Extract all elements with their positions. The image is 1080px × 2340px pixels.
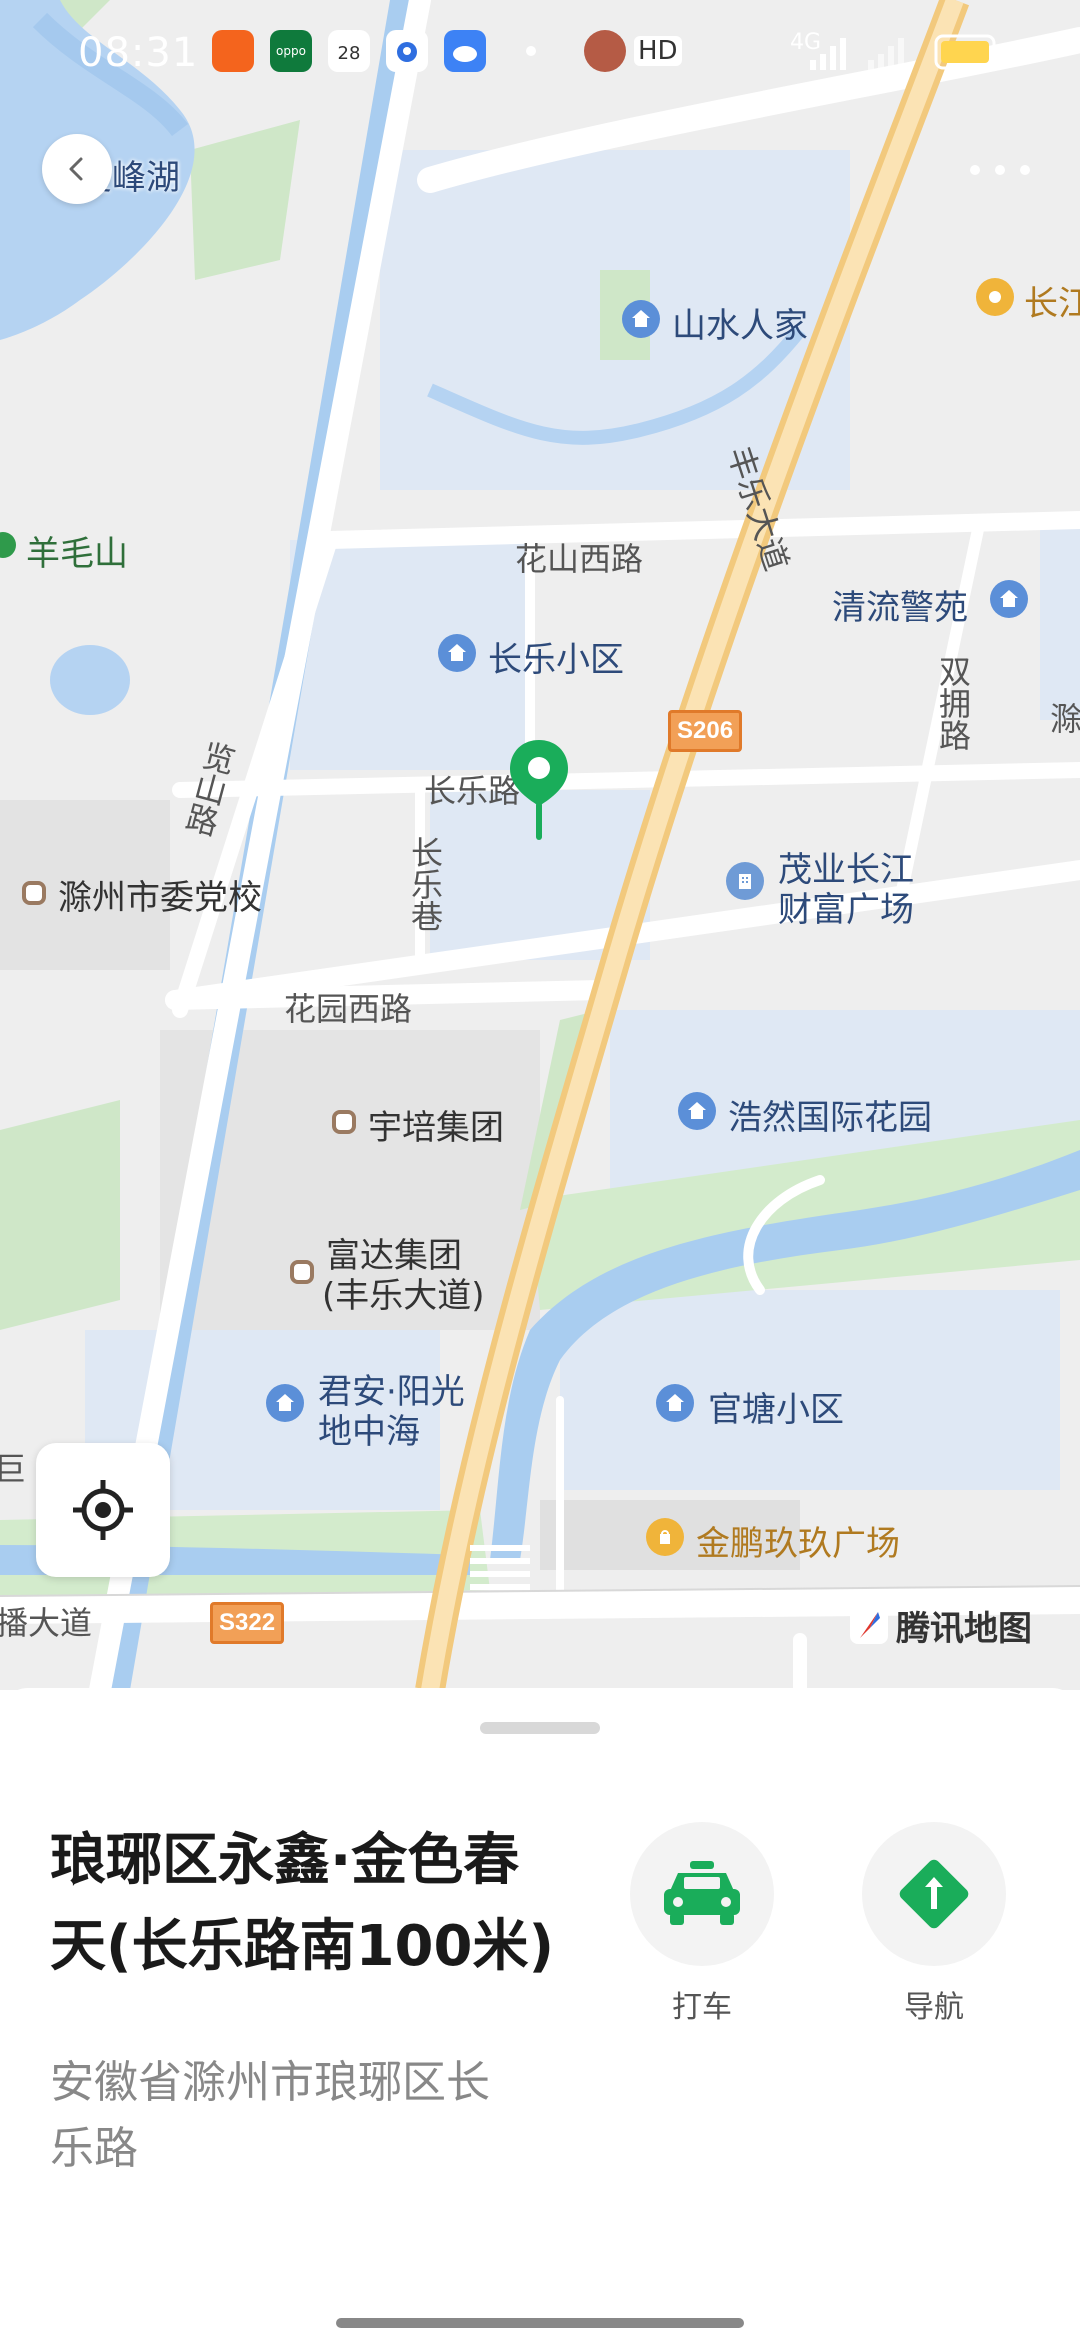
poi-yupei-label[interactable]: 宇培集团 [368, 1100, 504, 1149]
status-time: 08:31 [78, 30, 199, 76]
cloud-app-icon [444, 30, 486, 72]
residential-icon [266, 1384, 304, 1422]
poi-fuda-label-line2[interactable]: (丰乐大道) [322, 1268, 485, 1317]
shopping-icon [646, 1518, 684, 1556]
tencent-map-text: 腾讯地图 [896, 1608, 1032, 1649]
map-view[interactable]: 菱峰湖 山水人家 长江 羊毛山 花山西路 丰乐大道 清流警苑 长乐小区 双拥路 … [0, 0, 1080, 1690]
navigate-label: 导航 [904, 1990, 964, 2025]
map-edge-label-right: 滁 [1050, 700, 1080, 738]
baidu-app-icon [386, 30, 428, 72]
more-dots-icon [970, 165, 980, 175]
road-bottom-label: 播大道 [0, 1604, 93, 1642]
road-huashan-label: 花山西路 [515, 540, 644, 578]
office-building-icon [726, 862, 764, 900]
map-base-layer [0, 0, 1080, 1690]
place-address-line2: 乐路 [50, 2123, 138, 2174]
poi-dangxiao-label[interactable]: 滁州市委党校 [58, 870, 262, 919]
residential-icon [990, 580, 1028, 618]
s206-shield: S206 [668, 710, 743, 752]
s322-shield: S322 [210, 1602, 285, 1644]
app-icon-1 [212, 30, 254, 72]
place-title-line1: 琅琊区永鑫·金色春 [50, 1828, 520, 1893]
navigate-button[interactable]: 导航 [862, 1822, 1006, 2026]
navigation-icon [899, 1859, 969, 1929]
poi-jinpeng-label[interactable]: 金鹏玖玖广场 [696, 1516, 900, 1565]
place-address: 安徽省滁州市琅琊区长 乐路 [50, 2050, 570, 2182]
residential-icon [656, 1384, 694, 1422]
status-bar: 08:31 oppo 28 HD 4G [0, 0, 1080, 110]
poi-gold-icon [976, 278, 1014, 316]
taxi-button[interactable]: 打车 [630, 1822, 774, 2026]
hd-icon: HD [634, 36, 682, 66]
map-edge-label-left: 巨 [0, 1450, 27, 1488]
more-options-button[interactable] [970, 150, 1030, 190]
signal-2-icon [868, 38, 904, 70]
taxi-label: 打车 [672, 1990, 732, 2025]
back-button[interactable] [42, 134, 112, 204]
mountain-label: 羊毛山 [26, 534, 128, 574]
residential-icon [622, 300, 660, 338]
road-shuangyong-label: 双拥路 [934, 655, 972, 751]
road-changle-xiang-label: 长乐巷 [406, 836, 444, 932]
poi-dot-icon [22, 881, 46, 905]
poi-maoye-label-line2[interactable]: 财富广场 [778, 882, 914, 931]
poi-changjiang-label[interactable]: 长江 [1024, 276, 1080, 325]
poi-haoran-label[interactable]: 浩然国际花园 [728, 1090, 932, 1139]
place-title-line2: 天(长乐路南100米) [50, 1914, 555, 1979]
sheet-drag-handle[interactable] [480, 1722, 600, 1734]
chevron-left-icon [69, 157, 83, 181]
taxi-icon [664, 1861, 740, 1925]
residential-icon [438, 634, 476, 672]
poi-qingliu-label[interactable]: 清流警苑 [832, 580, 968, 629]
poi-shanshui-label[interactable]: 山水人家 [672, 298, 808, 347]
notification-dot [526, 46, 536, 56]
road-huayuan-label: 花园西路 [284, 990, 413, 1028]
oppo-app-icon: oppo [270, 30, 312, 72]
home-indicator[interactable] [336, 2318, 744, 2328]
poi-changle-xiaoqu-label[interactable]: 长乐小区 [488, 632, 624, 681]
poi-dot-icon [290, 1260, 314, 1284]
poi-junan-label-line2[interactable]: 地中海 [318, 1404, 420, 1453]
poi-dot-icon [332, 1110, 356, 1134]
poi-guantang-label[interactable]: 官塘小区 [708, 1382, 844, 1431]
signal-icon [810, 38, 846, 70]
locate-button[interactable] [36, 1443, 170, 1577]
battery-icon [934, 34, 1001, 70]
tencent-map-brand: 腾讯地图 [848, 1600, 1032, 1650]
calendar-app-icon: 28 [328, 30, 370, 72]
place-title: 琅琊区永鑫·金色春 天(长乐路南100米) [50, 1818, 610, 1990]
locate-crosshair-icon [73, 1480, 133, 1540]
weibo-app-icon [584, 30, 626, 72]
tencent-map-logo-icon [850, 1606, 888, 1644]
residential-icon [678, 1092, 716, 1130]
place-address-line1: 安徽省滁州市琅琊区长 [50, 2057, 490, 2108]
location-pin-icon[interactable] [506, 738, 572, 844]
